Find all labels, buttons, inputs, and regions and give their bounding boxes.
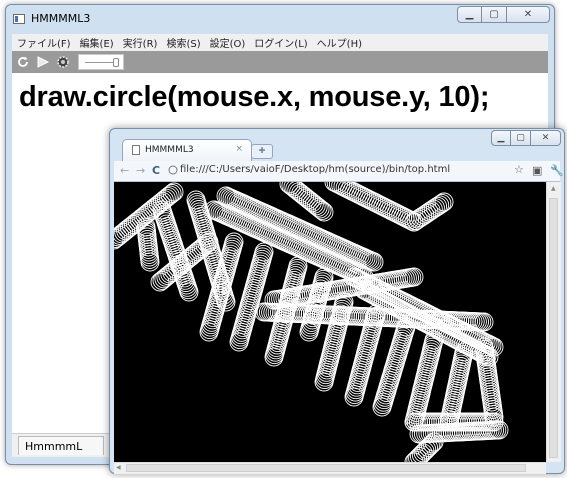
reload-icon — [18, 56, 28, 67]
drawing-canvas — [114, 182, 509, 462]
menu-search[interactable]: 検索(S) — [166, 35, 200, 50]
vertical-scroll-thumb[interactable] — [549, 198, 558, 458]
browser-close-button[interactable]: ✕ — [531, 130, 561, 146]
close-icon: ✕ — [523, 9, 533, 20]
close-button[interactable]: ✕ — [507, 6, 550, 23]
page-info-icon — [168, 165, 178, 175]
address-bar[interactable]: file:///C:/Users/vaioF/Desktop/hm(source… — [168, 163, 508, 178]
page-icon — [132, 145, 140, 155]
code-text[interactable]: draw.circle(mouse.x, mouse.y, 10); — [19, 81, 489, 114]
editor-titlebar[interactable]: HMMMML3 ▁ ▢ ✕ — [6, 5, 554, 33]
minimize-button[interactable]: ▁ — [457, 6, 482, 23]
browser-tab[interactable]: HMMMML3 × — [122, 139, 252, 162]
menu-file[interactable]: ファイル(F) — [17, 35, 71, 50]
editor-caption-buttons: ▁ ▢ ✕ — [457, 6, 550, 23]
menu-login[interactable]: ログイン(L) — [254, 35, 307, 50]
circle-trails — [114, 182, 509, 462]
horizontal-scroll-thumb[interactable] — [126, 464, 526, 472]
menu-run[interactable]: 実行(R) — [123, 35, 158, 50]
circle-mark — [164, 182, 184, 202]
wrench-icon[interactable]: 🔧 — [550, 164, 564, 177]
navigation-bar: ← → C file:///C:/Users/vaioF/Desktop/hm(… — [114, 161, 564, 182]
close-icon: ✕ — [541, 133, 550, 143]
new-tab-button[interactable]: ✚ — [251, 144, 273, 159]
maximize-icon: ▢ — [516, 133, 525, 143]
horizontal-scrollbar[interactable]: ◀ — [114, 462, 546, 474]
bookmark-star-icon[interactable]: ☆ — [514, 163, 524, 176]
browser-maximize-button[interactable]: ▢ — [511, 130, 531, 146]
browser-caption-buttons: ▁ ▢ ✕ — [491, 130, 561, 146]
gear-icon — [57, 56, 69, 68]
back-arrow-icon[interactable]: ← — [120, 164, 129, 177]
maximize-button[interactable]: ▢ — [482, 6, 507, 23]
page-menu-icon[interactable]: ▣ — [532, 164, 542, 177]
maximize-icon: ▢ — [489, 9, 499, 20]
settings-button[interactable] — [54, 53, 72, 71]
plus-icon: ✚ — [258, 146, 266, 155]
play-button[interactable] — [34, 53, 52, 71]
tab-title: HMMMML3 — [145, 145, 194, 155]
play-icon — [37, 56, 50, 68]
menu-settings[interactable]: 設定(O) — [210, 35, 246, 50]
slider-track — [85, 62, 113, 63]
vertical-scrollbar[interactable]: ▲ — [546, 182, 561, 462]
menu-edit[interactable]: 編集(E) — [80, 35, 114, 50]
canvas-area[interactable] — [114, 182, 546, 462]
status-tab-hmmmml[interactable]: HmmmmL — [18, 436, 104, 455]
menu-bar: ファイル(F) 編集(E) 実行(R) 検索(S) 設定(O) ログイン(L) … — [12, 34, 548, 51]
menu-help[interactable]: ヘルプ(H) — [317, 35, 362, 50]
browser-minimize-button[interactable]: ▁ — [491, 130, 511, 146]
tab-close-icon[interactable]: × — [235, 144, 243, 154]
browser-window: ▁ ▢ ✕ HMMMML3 × ✚ ← → C file:///C:/Users… — [109, 128, 565, 474]
reload-icon[interactable]: C — [152, 164, 160, 177]
url-text[interactable]: file:///C:/Users/vaioF/Desktop/hm(source… — [180, 164, 450, 175]
scroll-up-icon[interactable]: ▲ — [551, 185, 556, 192]
speed-slider[interactable] — [78, 54, 124, 70]
slider-thumb[interactable] — [113, 58, 119, 67]
toolbar — [12, 51, 548, 73]
circle-mark — [314, 202, 334, 222]
editor-title: HMMMML3 — [31, 12, 91, 25]
minimize-icon: ▁ — [497, 133, 505, 143]
reload-button[interactable] — [14, 53, 32, 71]
forward-arrow-icon[interactable]: → — [136, 164, 145, 177]
minimize-icon: ▁ — [465, 9, 474, 20]
scroll-left-icon[interactable]: ◀ — [116, 464, 121, 471]
app-icon — [13, 14, 25, 24]
